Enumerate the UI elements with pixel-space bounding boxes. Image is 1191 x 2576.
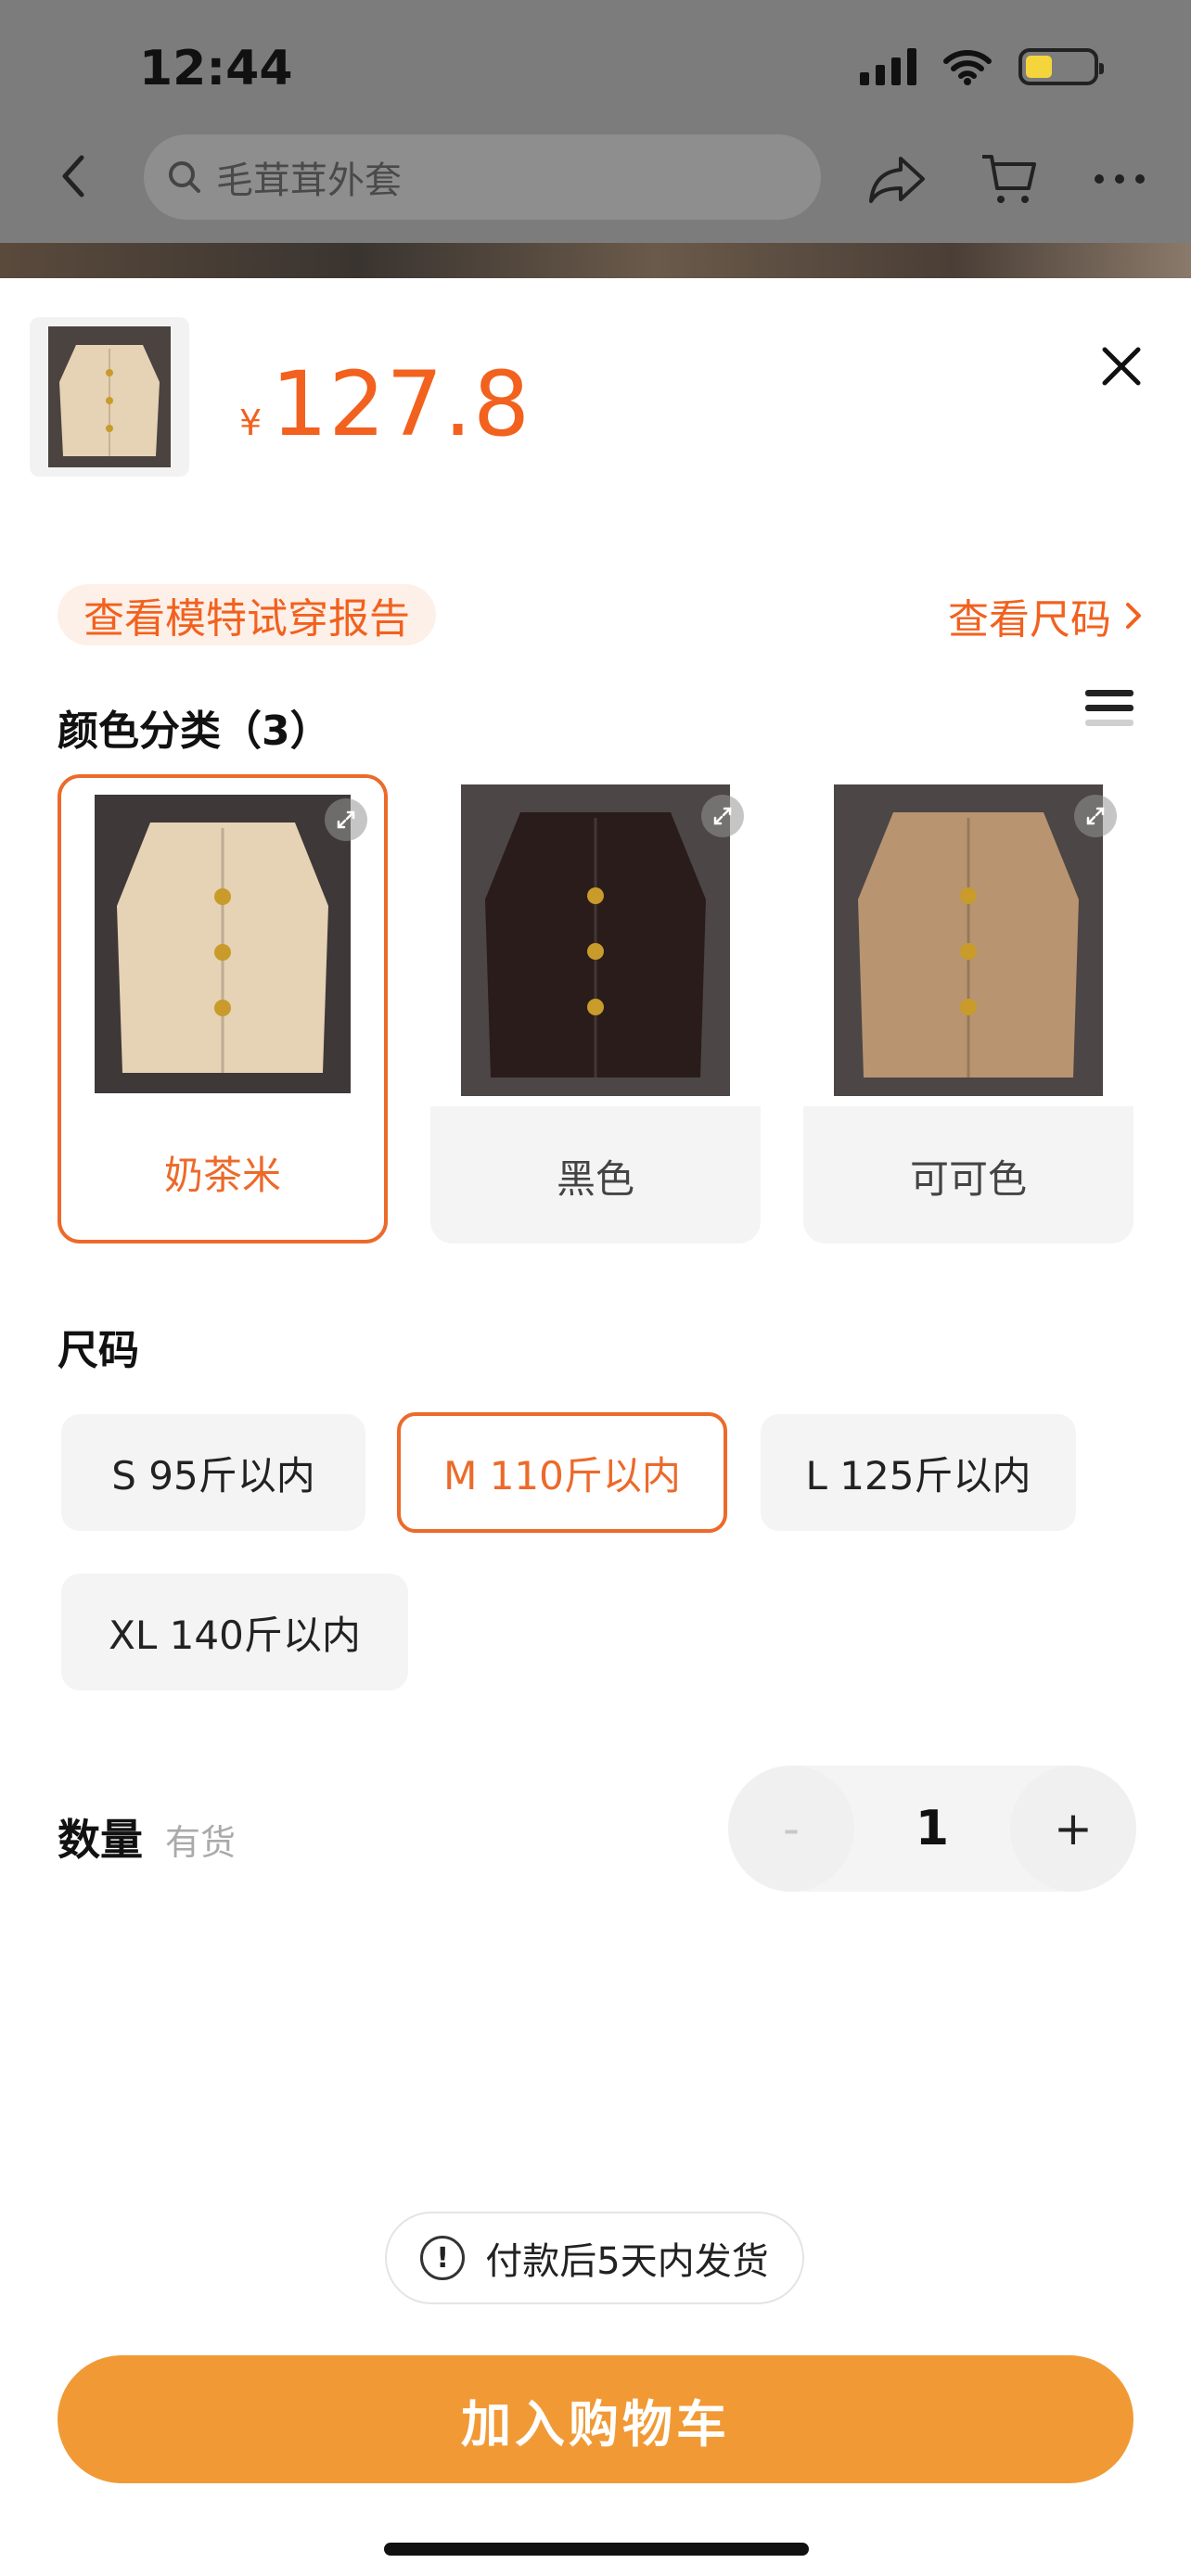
chevron-right-icon — [1126, 603, 1141, 629]
expand-icon[interactable] — [325, 798, 367, 841]
quantity-label: 数量 — [58, 1815, 143, 1865]
color-option-0[interactable]: 奶茶米 — [58, 774, 388, 1243]
product-thumbnail[interactable] — [30, 317, 189, 477]
decrement-button[interactable]: - — [728, 1766, 854, 1892]
home-indicator — [384, 2543, 809, 2556]
shipping-notice-text: 付款后5天内发货 — [485, 2240, 769, 2283]
more-button[interactable] — [1087, 147, 1152, 211]
search-input[interactable]: 毛茸茸外套 — [144, 134, 821, 220]
battery-icon — [1018, 48, 1104, 85]
status-time: 12:44 — [139, 41, 293, 96]
share-icon — [869, 157, 925, 203]
quantity-value[interactable]: 1 — [854, 1766, 1010, 1892]
add-to-cart-button[interactable]: 加入购物车 — [58, 2355, 1133, 2483]
status-icons — [860, 48, 1104, 85]
shipping-notice: ! 付款后5天内发货 — [385, 2212, 804, 2304]
size-option-m[interactable]: M 110斤以内 — [397, 1412, 727, 1533]
expand-icon[interactable] — [1074, 795, 1117, 837]
color-option-label: 黑色 — [556, 1156, 634, 1202]
currency-symbol: ¥ — [239, 402, 263, 443]
increment-button[interactable]: + — [1010, 1766, 1136, 1892]
size-chart-label: 查看尺码 — [948, 596, 1111, 644]
size-chart-link[interactable]: 查看尺码 — [948, 586, 1145, 645]
more-dots-icon — [1095, 174, 1145, 184]
cart-button[interactable] — [976, 147, 1041, 211]
expand-icon[interactable] — [701, 795, 744, 837]
search-icon — [169, 161, 200, 193]
exclamation-icon: ! — [420, 2236, 466, 2280]
color-option-label: 可可色 — [909, 1156, 1027, 1202]
list-view-icon[interactable] — [1085, 690, 1133, 734]
cellular-signal-icon — [860, 48, 916, 85]
size-option-xl[interactable]: XL 140斤以内 — [61, 1574, 408, 1690]
share-button[interactable] — [864, 147, 929, 211]
search-placeholder: 毛茸茸外套 — [216, 159, 402, 202]
cart-icon — [982, 155, 1036, 203]
product-photo-strip — [0, 243, 1191, 280]
sku-sheet: ¥ 127.8 查看模特试穿报告 查看尺码 颜色分类（3） 奶茶米 黑色 可可色… — [0, 278, 1191, 2576]
back-button[interactable] — [46, 148, 102, 204]
quantity-stepper: - 1 + — [728, 1766, 1136, 1892]
close-button[interactable] — [1089, 334, 1154, 399]
size-option-l[interactable]: L 125斤以内 — [761, 1414, 1076, 1531]
size-section-title: 尺码 — [58, 1327, 139, 1374]
price-value: 127.8 — [271, 352, 531, 456]
product-price: ¥ 127.8 — [239, 352, 531, 456]
coat-image — [461, 784, 730, 1096]
color-option-1[interactable]: 黑色 — [430, 774, 761, 1243]
color-option-label: 奶茶米 — [163, 1153, 281, 1198]
stock-status: 有货 — [165, 1822, 237, 1863]
coat-image — [834, 784, 1103, 1096]
coat-thumbnail-image — [48, 326, 171, 467]
color-option-2[interactable]: 可可色 — [803, 774, 1133, 1243]
wifi-icon — [943, 50, 992, 85]
close-icon — [1102, 347, 1141, 386]
coat-image — [95, 795, 351, 1093]
color-section-title: 颜色分类（3） — [58, 708, 331, 755]
chevron-left-icon — [62, 155, 84, 198]
background-page: 12:44 毛茸茸外套 — [0, 0, 1191, 280]
model-report-link[interactable]: 查看模特试穿报告 — [58, 584, 436, 645]
size-option-s[interactable]: S 95斤以内 — [61, 1414, 365, 1531]
